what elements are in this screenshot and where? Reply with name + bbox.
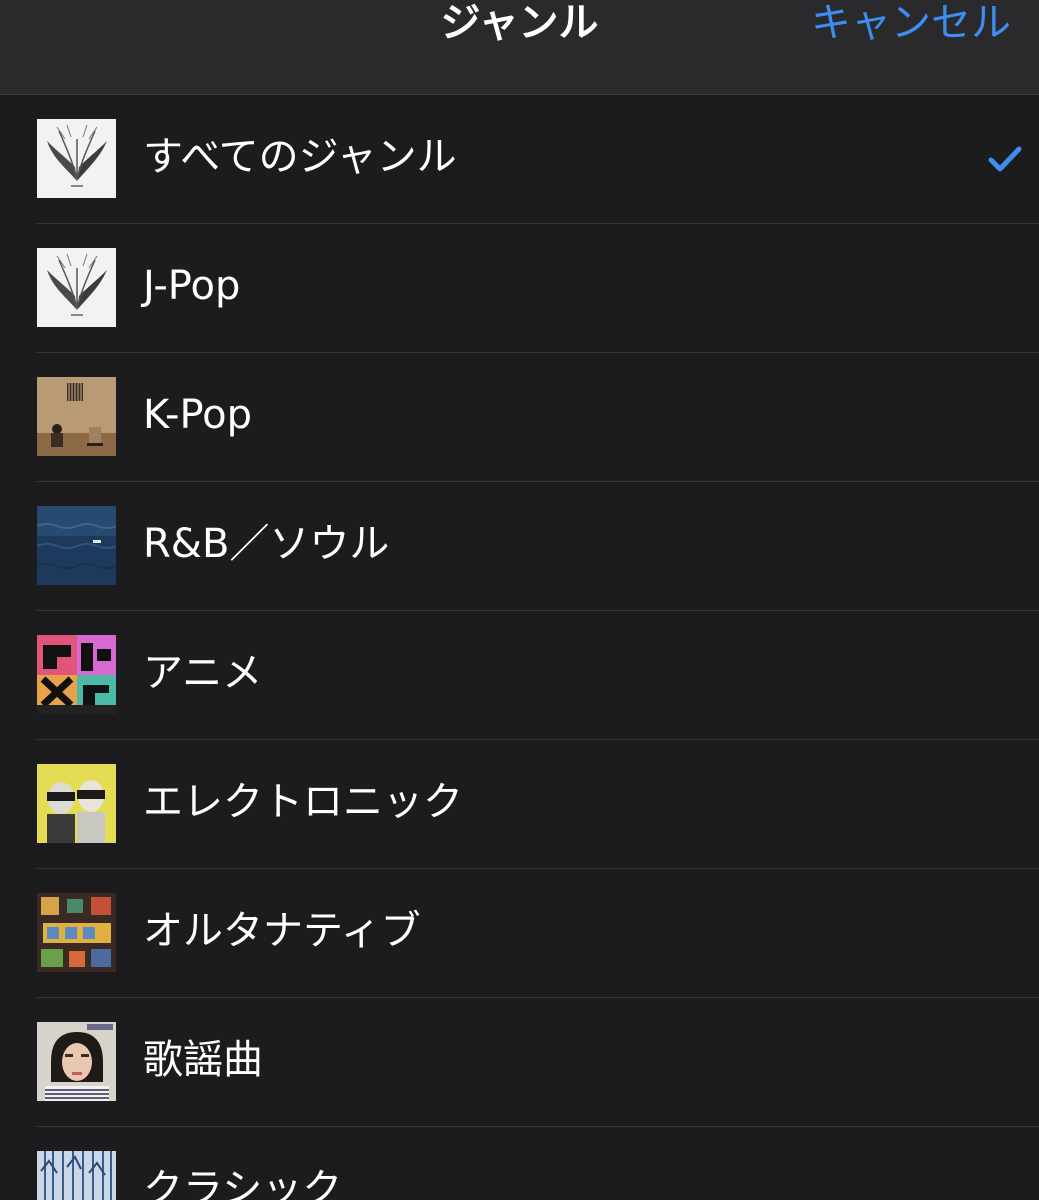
genre-label: K-Pop bbox=[143, 392, 253, 438]
busy-illustration-artwork bbox=[37, 893, 116, 972]
ocean-artwork bbox=[37, 506, 116, 585]
checkmark-icon bbox=[988, 146, 1022, 172]
genre-label: クラシック bbox=[143, 1166, 343, 1200]
genre-row-electronic[interactable]: エレクトロニック bbox=[0, 740, 1039, 869]
white-feather-artwork bbox=[37, 119, 116, 198]
cancel-button[interactable]: キャンセル bbox=[811, 0, 1011, 48]
navigation-bar: ジャンル キャンセル bbox=[0, 0, 1039, 95]
genre-row-classical[interactable]: クラシック bbox=[0, 1127, 1039, 1200]
genre-label: R&B／ソウル bbox=[143, 521, 390, 567]
genre-row-all[interactable]: すべてのジャンル bbox=[0, 95, 1039, 224]
white-feather-artwork bbox=[37, 248, 116, 327]
brown-room-artwork bbox=[37, 377, 116, 456]
genre-label: J-Pop bbox=[143, 263, 241, 309]
genre-row-alternative[interactable]: オルタナティブ bbox=[0, 869, 1039, 998]
colorful-graphic-artwork bbox=[37, 635, 116, 714]
portrait-artwork bbox=[37, 1022, 116, 1101]
blue-trees-artwork bbox=[37, 1151, 116, 1200]
genre-label: アニメ bbox=[143, 650, 263, 696]
genre-label: すべてのジャンル bbox=[143, 134, 457, 180]
genre-picker-screen: ジャンル キャンセル すべてのジャンル J-Pop K-Pop R&B／ソウル … bbox=[0, 0, 1039, 1200]
yellow-duo-artwork bbox=[37, 764, 116, 843]
genre-label: エレクトロニック bbox=[143, 779, 463, 825]
genre-label: 歌謡曲 bbox=[143, 1037, 263, 1083]
genre-row-kayokyoku[interactable]: 歌謡曲 bbox=[0, 998, 1039, 1127]
genre-row-jpop[interactable]: J-Pop bbox=[0, 224, 1039, 353]
genre-list: すべてのジャンル J-Pop K-Pop R&B／ソウル アニメ エレクトロニッ… bbox=[0, 95, 1039, 1200]
genre-row-anime[interactable]: アニメ bbox=[0, 611, 1039, 740]
genre-row-rnb-soul[interactable]: R&B／ソウル bbox=[0, 482, 1039, 611]
genre-label: オルタナティブ bbox=[143, 908, 421, 954]
genre-row-kpop[interactable]: K-Pop bbox=[0, 353, 1039, 482]
